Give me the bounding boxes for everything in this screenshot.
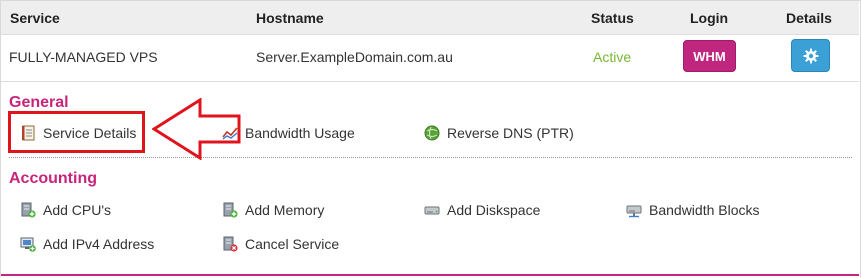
service-name: FULLY-MANAGED VPS [9, 49, 158, 65]
add-cpus-link[interactable]: Add CPU's [20, 202, 111, 218]
reverse-dns-label: Reverse DNS (PTR) [447, 125, 574, 141]
add-memory-link[interactable]: Add Memory [222, 202, 324, 218]
table-header: Service Hostname Status Login Details [1, 1, 859, 35]
globe-icon [424, 125, 440, 141]
section-divider [9, 157, 852, 158]
monitor-add-icon [20, 236, 36, 252]
column-header-details: Details [786, 10, 832, 26]
add-diskspace-link[interactable]: Add Diskspace [424, 202, 540, 218]
general-section-title: General [9, 94, 69, 111]
server-add-icon [20, 202, 36, 218]
bandwidth-usage-label: Bandwidth Usage [245, 125, 355, 141]
reverse-dns-link[interactable]: Reverse DNS (PTR) [424, 125, 574, 141]
status-badge: Active [593, 49, 632, 65]
details-button[interactable] [791, 39, 830, 72]
highlight-box [8, 111, 145, 153]
add-ipv4-address-label: Add IPv4 Address [43, 236, 155, 252]
column-header-hostname: Hostname [256, 10, 324, 26]
column-header-login: Login [690, 10, 729, 26]
add-cpus-label: Add CPU's [43, 202, 112, 218]
column-header-status: Status [591, 10, 634, 26]
drive-icon [424, 202, 440, 218]
column-header-service: Service [10, 10, 60, 26]
add-memory-label: Add Memory [245, 202, 325, 218]
panel-bottom-accent [1, 274, 859, 276]
gear-icon [803, 48, 819, 64]
network-drive-icon [626, 202, 642, 218]
add-diskspace-label: Add Diskspace [447, 202, 541, 218]
bandwidth-blocks-link[interactable]: Bandwidth Blocks [626, 202, 760, 218]
cancel-service-link[interactable]: Cancel Service [222, 236, 339, 252]
hostname-value: Server.ExampleDomain.com.au [256, 49, 453, 65]
bandwidth-blocks-label: Bandwidth Blocks [649, 202, 760, 218]
cancel-service-label: Cancel Service [245, 236, 340, 252]
add-ipv4-address-link[interactable]: Add IPv4 Address [20, 236, 154, 252]
accounting-section-title: Accounting [9, 170, 97, 187]
server-add-icon [222, 202, 238, 218]
whm-login-button[interactable]: WHM [683, 40, 736, 72]
table-row: FULLY-MANAGED VPS Server.ExampleDomain.c… [1, 35, 859, 82]
left-arrow-icon [152, 98, 241, 160]
server-delete-icon [222, 236, 238, 252]
